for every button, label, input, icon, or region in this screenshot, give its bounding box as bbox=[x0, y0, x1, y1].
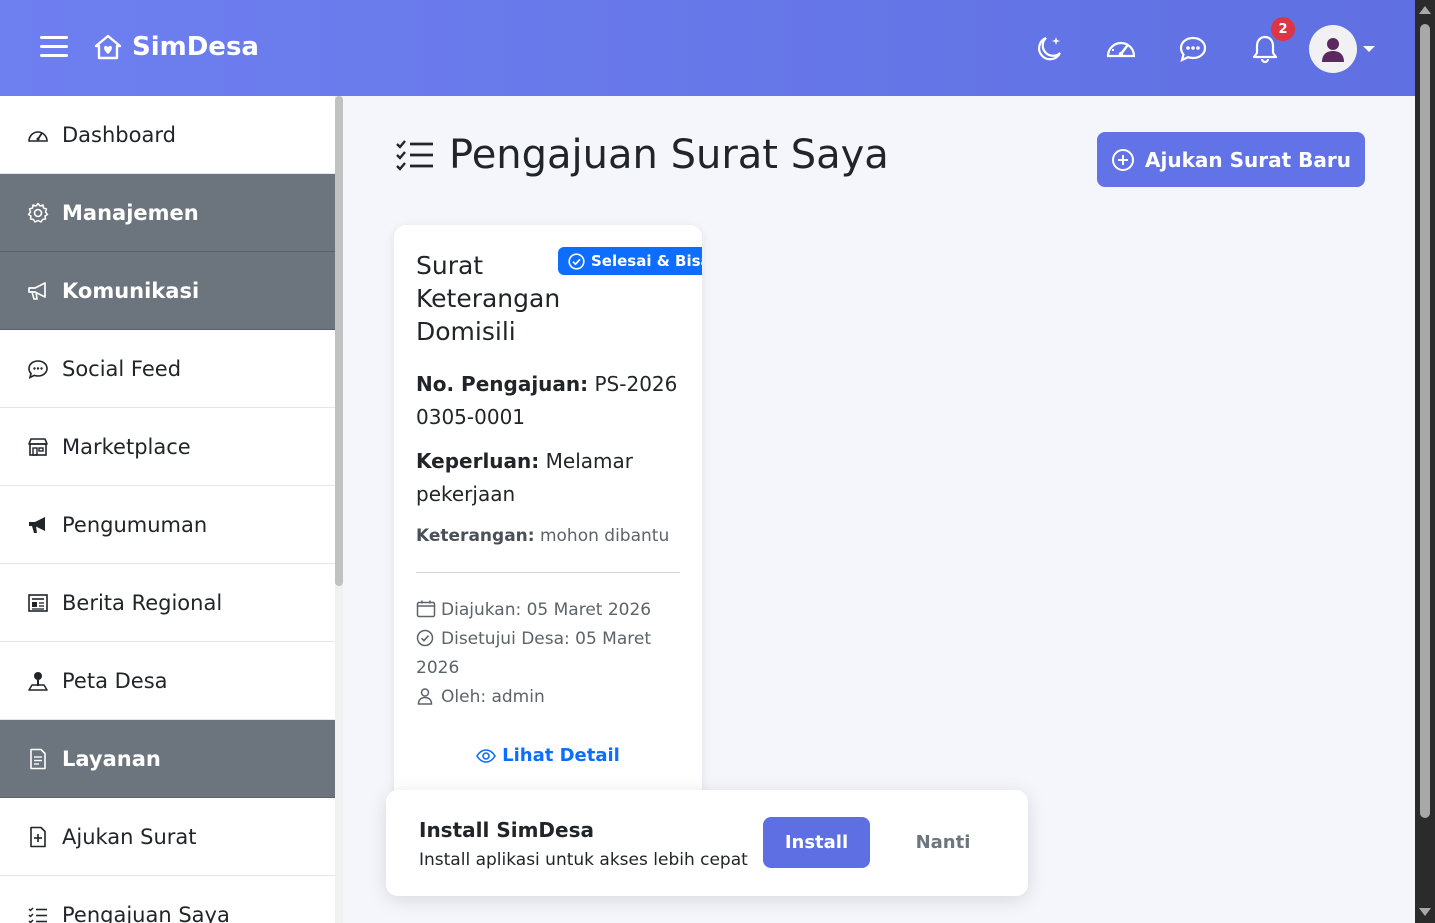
sidebar-header-layanan[interactable]: Layanan bbox=[0, 720, 335, 798]
avatar[interactable] bbox=[1309, 25, 1357, 73]
person-pin-icon bbox=[26, 669, 50, 693]
sidebar-item-pengajuan-saya[interactable]: Pengajuan Saya bbox=[0, 876, 335, 923]
sidebar-item-marketplace[interactable]: Marketplace bbox=[0, 408, 335, 486]
person-icon bbox=[417, 688, 433, 705]
plus-circle-icon bbox=[1112, 148, 1135, 171]
file-plus-icon bbox=[26, 825, 50, 849]
moon-stars-icon bbox=[1038, 36, 1061, 61]
theme-toggle-button[interactable] bbox=[1013, 24, 1085, 74]
sidebar-item-label: Marketplace bbox=[62, 434, 191, 459]
request-purpose: Keperluan: Melamar pekerjaan bbox=[416, 445, 686, 511]
home-heart-icon bbox=[94, 34, 122, 60]
speedometer-icon bbox=[1106, 41, 1136, 58]
speedometer-icon bbox=[26, 123, 50, 147]
new-request-button[interactable]: Ajukan Surat Baru bbox=[1097, 132, 1365, 187]
sidebar-item-label: Pengajuan Saya bbox=[62, 902, 230, 923]
eye-icon bbox=[476, 748, 497, 763]
sidebar-item-peta-desa[interactable]: Peta Desa bbox=[0, 642, 335, 720]
install-subtitle: Install aplikasi untuk akses lebih cepat bbox=[419, 850, 748, 870]
new-request-label: Ajukan Surat Baru bbox=[1145, 147, 1351, 172]
user-menu[interactable] bbox=[1309, 25, 1375, 73]
notifications-button[interactable]: 2 bbox=[1229, 17, 1301, 74]
sidebar-item-label: Ajukan Surat bbox=[62, 824, 197, 849]
request-note: Keterangan: mohon dibantu bbox=[416, 526, 686, 546]
request-note-label: Keterangan: bbox=[416, 526, 535, 546]
install-prompt: Install SimDesa Install aplikasi untuk a… bbox=[386, 790, 1028, 896]
top-navbar: SimDesa 2 bbox=[0, 0, 1415, 96]
approved-by: Oleh: admin bbox=[416, 683, 686, 712]
approved-date-text: Disetujui Desa: 05 Maret 2026 bbox=[416, 629, 652, 678]
sidebar-scrollbar[interactable] bbox=[335, 96, 343, 923]
megaphone-icon bbox=[26, 279, 50, 303]
list-check-icon bbox=[396, 140, 433, 171]
sidebar-item-pengumuman[interactable]: Pengumuman bbox=[0, 486, 335, 564]
sidebar-item-dashboard[interactable]: Dashboard bbox=[0, 96, 335, 174]
sidebar-scrollbar-thumb[interactable] bbox=[335, 96, 343, 586]
later-button[interactable]: Nanti bbox=[892, 817, 994, 868]
page-title-text: Pengajuan Surat Saya bbox=[449, 132, 889, 178]
sidebar-item-label: Social Feed bbox=[62, 356, 182, 381]
sidebar-item-label: Berita Regional bbox=[62, 590, 223, 615]
card-divider bbox=[416, 572, 680, 573]
dashboard-button[interactable] bbox=[1085, 24, 1157, 74]
calendar-icon bbox=[416, 600, 436, 618]
chat-dots-icon bbox=[26, 357, 50, 381]
view-detail-link[interactable]: Lihat Detail bbox=[394, 745, 702, 766]
sidebar-item-label: Komunikasi bbox=[62, 278, 200, 303]
sidebar-item-social-feed[interactable]: Social Feed bbox=[0, 330, 335, 408]
scroll-up-arrow[interactable] bbox=[1419, 6, 1431, 14]
messages-button[interactable] bbox=[1157, 24, 1229, 74]
megaphone-fill-icon bbox=[26, 513, 50, 537]
sidebar: Dashboard Manajemen Komunikasi Social Fe… bbox=[0, 96, 343, 923]
approved-date: Disetujui Desa: 05 Maret 2026 bbox=[416, 625, 686, 683]
sidebar-header-komunikasi[interactable]: Komunikasi bbox=[0, 252, 335, 330]
chat-dots-icon bbox=[1179, 36, 1207, 63]
sidebar-item-berita-regional[interactable]: Berita Regional bbox=[0, 564, 335, 642]
view-detail-label: Lihat Detail bbox=[502, 745, 620, 766]
menu-icon[interactable] bbox=[40, 36, 68, 60]
newspaper-icon bbox=[26, 591, 50, 615]
brand[interactable]: SimDesa bbox=[94, 32, 259, 62]
sidebar-item-label: Manajemen bbox=[62, 200, 199, 225]
submitted-date-text: Diajukan: 05 Maret 2026 bbox=[441, 600, 652, 620]
request-card: Selesai & Bisa Diunduh Surat Keterangan … bbox=[394, 225, 702, 805]
shop-icon bbox=[26, 435, 50, 459]
brand-name: SimDesa bbox=[132, 32, 259, 62]
request-number: No. Pengajuan: PS-20260305-0001 bbox=[416, 368, 686, 434]
sidebar-item-ajukan-surat[interactable]: Ajukan Surat bbox=[0, 798, 335, 876]
request-number-label: No. Pengajuan: bbox=[416, 372, 589, 396]
file-text-icon bbox=[26, 747, 50, 771]
list-check-icon bbox=[26, 903, 50, 923]
request-note-value: mohon dibantu bbox=[539, 526, 670, 546]
sidebar-item-label: Pengumuman bbox=[62, 512, 208, 537]
page-title: Pengajuan Surat Saya bbox=[395, 132, 889, 178]
request-purpose-label: Keperluan: bbox=[416, 449, 540, 473]
user-avatar-icon bbox=[1322, 38, 1344, 62]
card-title: Surat Keterangan Domisili bbox=[416, 251, 561, 346]
status-text: Selesai & Bisa Diunduh bbox=[591, 252, 702, 270]
status-badge: Selesai & Bisa Diunduh bbox=[558, 247, 702, 275]
scroll-down-arrow[interactable] bbox=[1419, 908, 1431, 916]
check-circle-icon bbox=[416, 629, 434, 647]
sidebar-header-manajemen[interactable]: Manajemen bbox=[0, 174, 335, 252]
submitted-date: Diajukan: 05 Maret 2026 bbox=[416, 596, 686, 625]
page-scrollbar-thumb[interactable] bbox=[1420, 24, 1430, 818]
gear-icon bbox=[26, 201, 50, 225]
install-title: Install SimDesa bbox=[419, 818, 594, 842]
approved-by-text: Oleh: admin bbox=[441, 687, 545, 707]
sidebar-item-label: Layanan bbox=[62, 746, 161, 771]
page-scrollbar[interactable] bbox=[1415, 0, 1435, 923]
sidebar-item-label: Peta Desa bbox=[62, 668, 168, 693]
sidebar-item-label: Dashboard bbox=[62, 122, 176, 147]
notification-badge: 2 bbox=[1271, 17, 1295, 41]
chevron-down-icon bbox=[1363, 46, 1375, 52]
install-button[interactable]: Install bbox=[763, 817, 870, 868]
